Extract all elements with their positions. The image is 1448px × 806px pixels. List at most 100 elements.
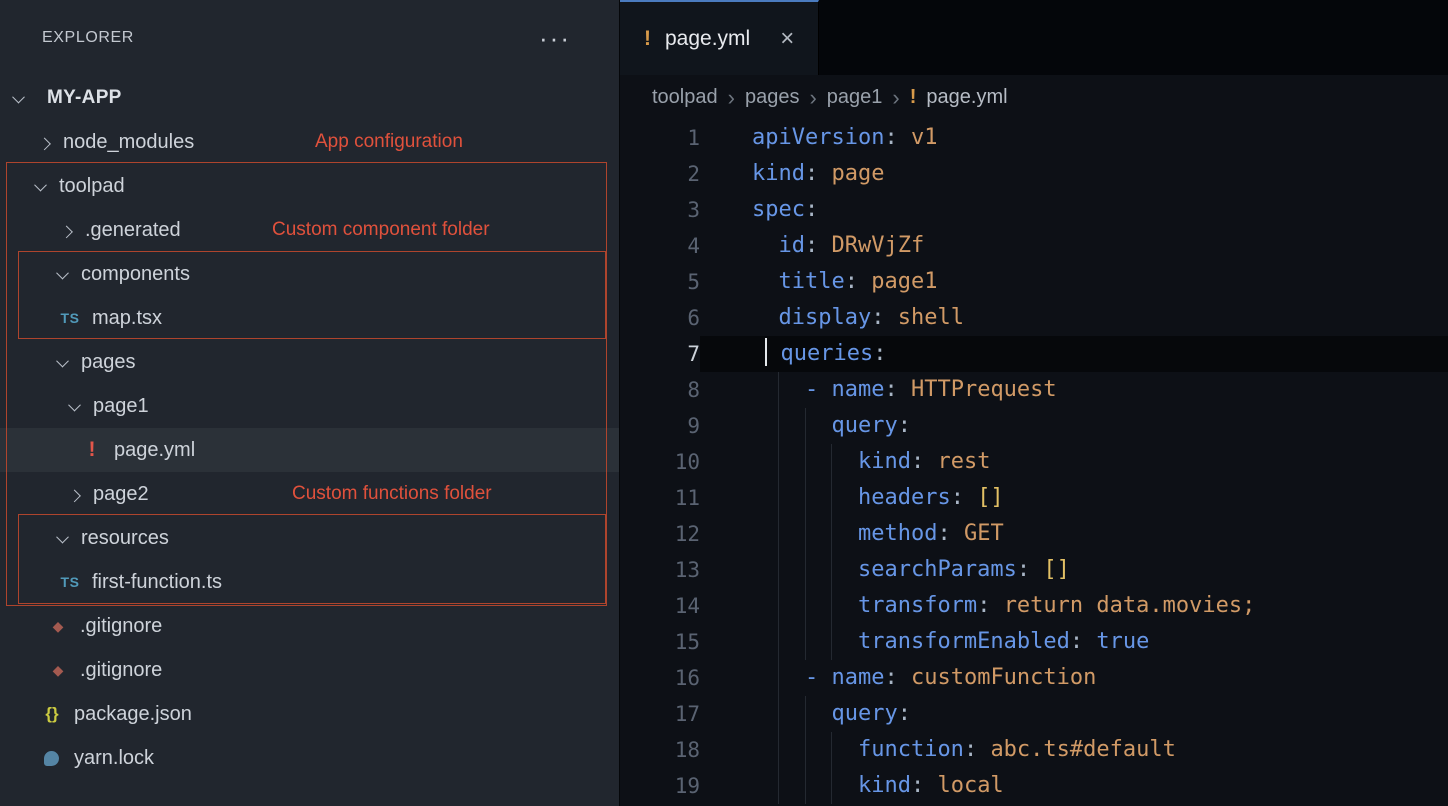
line-number: 1 [620,120,700,156]
code-line-1[interactable]: 1apiVersion: v1 [620,120,1448,156]
code-line-2[interactable]: 2kind: page [620,156,1448,192]
tree-root-label: MY-APP [47,87,122,109]
tab-page-yml[interactable]: ! page.yml × [620,0,819,75]
warning-icon: ! [644,27,651,51]
code-line-8[interactable]: 8 - name: HTTPrequest [620,372,1448,408]
tree-item-resources[interactable]: resources [0,516,619,560]
tree-item-label: .gitignore [80,659,162,682]
tree-item-page2[interactable]: page2 Custom functions folder [0,472,619,516]
git-icon: ◆ [46,618,70,635]
tree-item-toolpad[interactable]: toolpad [0,164,619,208]
chevron-right-icon[interactable] [68,489,81,502]
code-line-12[interactable]: 12 method: GET [620,516,1448,552]
chevron-right-icon: › [728,87,735,109]
tree-item-label: components [81,263,190,286]
tree-item-page1[interactable]: page1 [0,384,619,428]
code-line-16[interactable]: 16 - name: customFunction [620,660,1448,696]
chevron-down-icon[interactable] [56,530,69,543]
chevron-down-icon[interactable] [68,398,81,411]
tree-item-label: page2 [93,483,149,506]
code-line-text: query: [700,696,1448,732]
explorer-sidebar: EXPLORER ··· MY-APP node_modules App conf… [0,0,620,806]
yarn-icon [44,751,59,766]
breadcrumb-item-pages[interactable]: pages [745,86,800,109]
tree-item-label: map.tsx [92,307,162,330]
breadcrumb-item-page1[interactable]: page1 [827,86,883,109]
breadcrumb-item-toolpad[interactable]: toolpad [652,86,718,109]
code-line-18[interactable]: 18 function: abc.ts#default [620,732,1448,768]
code-line-text: kind: rest [700,444,1448,480]
tree-item-gitignore1[interactable]: ◆.gitignore [0,604,619,648]
chevron-down-icon[interactable] [12,90,25,103]
tree-item-components[interactable]: components [0,252,619,296]
code-line-15[interactable]: 15 transformEnabled: true [620,624,1448,660]
tree-item-label: pages [81,351,136,374]
line-number: 19 [620,768,700,804]
breadcrumb-item-file[interactable]: page.yml [926,86,1007,109]
breadcrumb: toolpad›pages›page1›!page.yml [620,75,1448,120]
code-line-text: transformEnabled: true [700,624,1448,660]
code-line-3[interactable]: 3spec: [620,192,1448,228]
code-line-text: kind: local [700,768,1448,804]
code-line-10[interactable]: 10 kind: rest [620,444,1448,480]
line-number: 11 [620,480,700,516]
line-number: 16 [620,660,700,696]
tree-item-gitignore2[interactable]: ◆.gitignore [0,648,619,692]
explorer-header: EXPLORER ··· [0,0,619,76]
tree-item-pages[interactable]: pages [0,340,619,384]
annotation-label: App configuration [315,131,463,153]
tree-item-yarnlock[interactable]: yarn.lock [0,736,619,780]
annotation-label: Custom functions folder [292,483,492,505]
code-line-19[interactable]: 19 kind: local [620,768,1448,804]
line-number: 4 [620,228,700,264]
code-line-14[interactable]: 14 transform: return data.movies; [620,588,1448,624]
line-number: 13 [620,552,700,588]
code-line-text: searchParams: [] [700,552,1448,588]
annotation-label: Custom component folder [272,219,490,241]
code-line-17[interactable]: 17 query: [620,696,1448,732]
tree-item-label: .generated [85,219,181,242]
code-line-6[interactable]: 6 display: shell [620,300,1448,336]
code-line-7[interactable]: 7 queries: [620,336,1448,372]
tree-root-my-app[interactable]: MY-APP [0,76,619,120]
code-line-4[interactable]: 4 id: DRwVjZf [620,228,1448,264]
code-line-text: method: GET [700,516,1448,552]
code-editor[interactable]: 1apiVersion: v12kind: page3spec:4 id: DR… [620,120,1448,806]
chevron-down-icon[interactable] [56,266,69,279]
typescript-icon: TS [58,574,82,590]
chevron-right-icon[interactable] [60,225,73,238]
tree-item-pageyml[interactable]: !page.yml [0,428,619,472]
chevron-down-icon[interactable] [34,178,47,191]
tree-item-firstfn[interactable]: TSfirst-function.ts [0,560,619,604]
tab-bar: ! page.yml × [620,0,1448,75]
tree-item-packagejson[interactable]: {}package.json [0,692,619,736]
code-line-text: id: DRwVjZf [700,228,1448,264]
code-line-text: query: [700,408,1448,444]
code-line-9[interactable]: 9 query: [620,408,1448,444]
vscode-window: EXPLORER ··· MY-APP node_modules App conf… [0,0,1448,806]
code-line-13[interactable]: 13 searchParams: [] [620,552,1448,588]
code-line-text: headers: [] [700,480,1448,516]
tree-item-map[interactable]: TSmap.tsx [0,296,619,340]
tree-item-node_modules[interactable]: node_modules App configuration [0,120,619,164]
line-number: 18 [620,732,700,768]
file-tree: node_modules App configuration toolpad .gen… [0,120,619,780]
code-line-5[interactable]: 5 title: page1 [620,264,1448,300]
tree-item-label: page1 [93,395,149,418]
line-number: 5 [620,264,700,300]
line-number: 8 [620,372,700,408]
code-line-11[interactable]: 11 headers: [] [620,480,1448,516]
line-number: 10 [620,444,700,480]
close-icon[interactable]: × [780,25,794,53]
tree-item-generated[interactable]: .generated Custom component folder [0,208,619,252]
line-number: 2 [620,156,700,192]
tab-title: page.yml [665,27,750,51]
explorer-title: EXPLORER [42,29,134,47]
code-line-text: - name: customFunction [700,660,1448,696]
tree-item-label: node_modules [63,131,194,154]
chevron-down-icon[interactable] [56,354,69,367]
tree-item-label: toolpad [59,175,125,198]
chevron-right-icon[interactable] [38,137,51,150]
code-line-text: - name: HTTPrequest [700,372,1448,408]
code-line-text: transform: return data.movies; [700,588,1448,624]
